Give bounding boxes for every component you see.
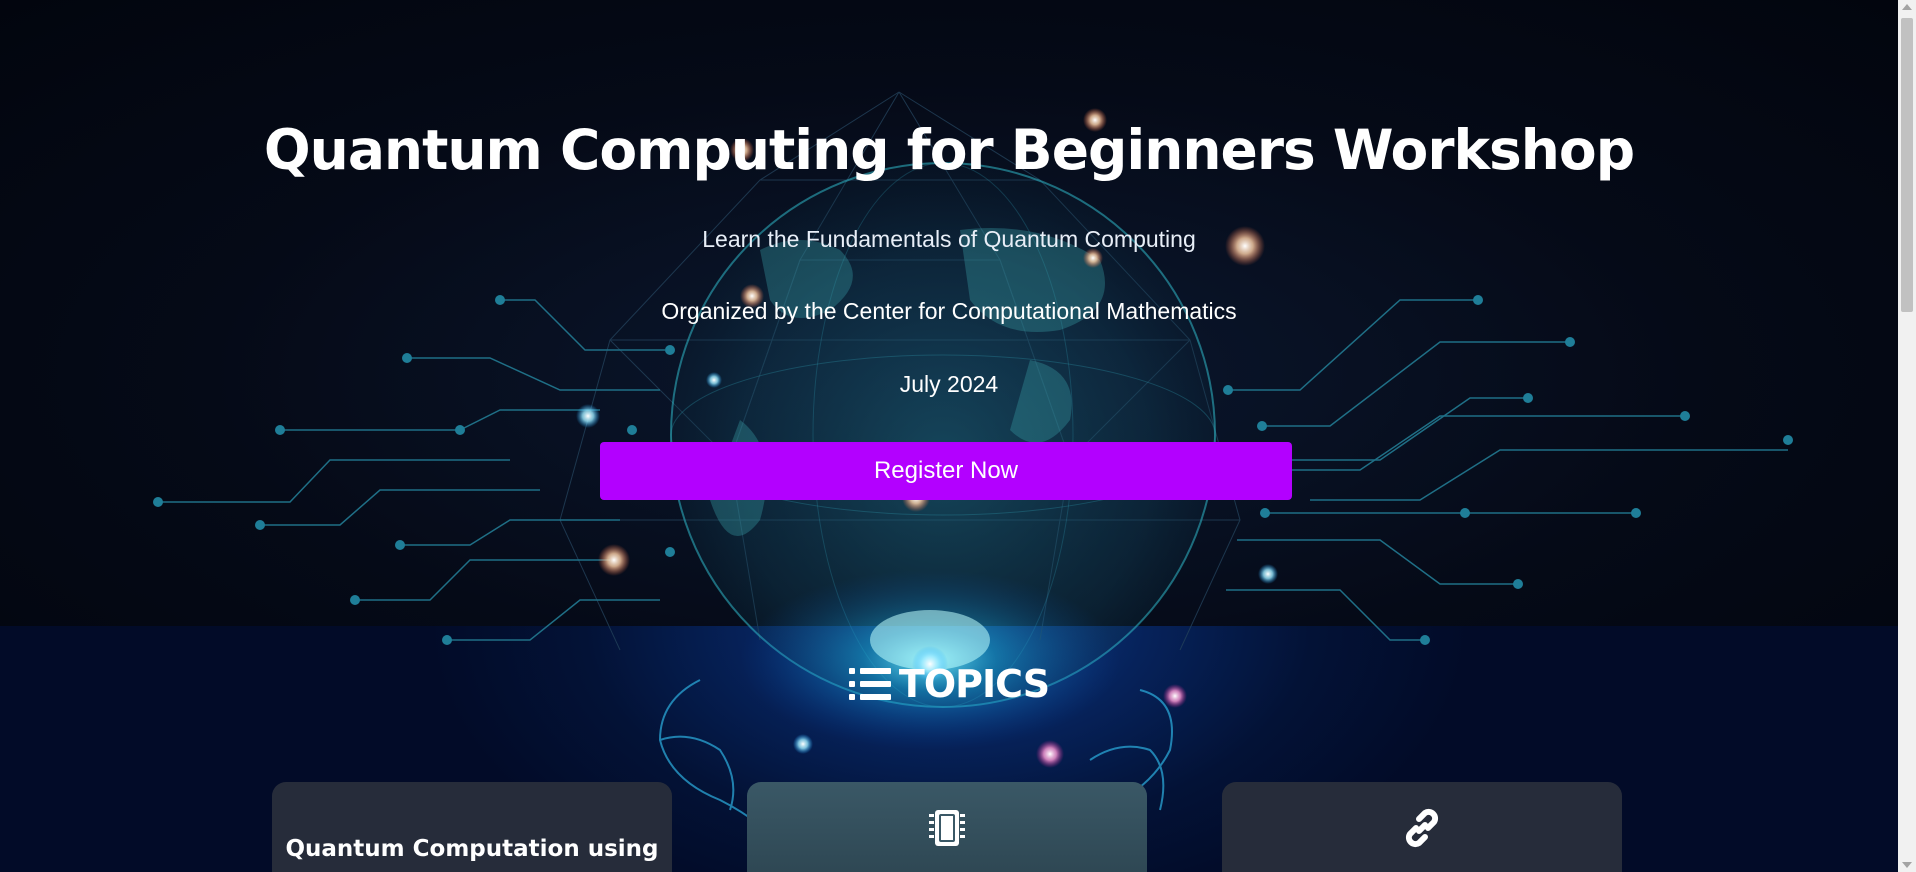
topics-heading: TOPICS [0, 662, 1898, 706]
event-date: July 2024 [899, 371, 999, 397]
link-icon [1398, 804, 1446, 852]
list-icon [848, 667, 891, 701]
topic-card[interactable] [747, 782, 1147, 872]
topics-heading-label: TOPICS [898, 662, 1050, 706]
microchip-icon [923, 804, 971, 852]
topic-card-title: Quantum Computation using [285, 836, 659, 862]
scroll-thumb[interactable] [1901, 18, 1913, 312]
page-scrollbar[interactable] [1898, 0, 1916, 872]
page: Quantum Computing for Beginners Workshop… [0, 0, 1898, 872]
scroll-down-arrow-icon[interactable] [1902, 862, 1912, 868]
topic-card[interactable] [1222, 782, 1622, 872]
hero-subtitle: Learn the Fundamentals of Quantum Comput… [702, 226, 1196, 252]
register-button[interactable]: Register Now [600, 442, 1292, 500]
organizer-text: Organized by the Center for Computationa… [661, 298, 1237, 324]
page-title: Quantum Computing for Beginners Workshop [263, 118, 1635, 182]
scroll-up-arrow-icon[interactable] [1902, 4, 1912, 10]
topic-card[interactable]: Quantum Computation using [272, 782, 672, 872]
